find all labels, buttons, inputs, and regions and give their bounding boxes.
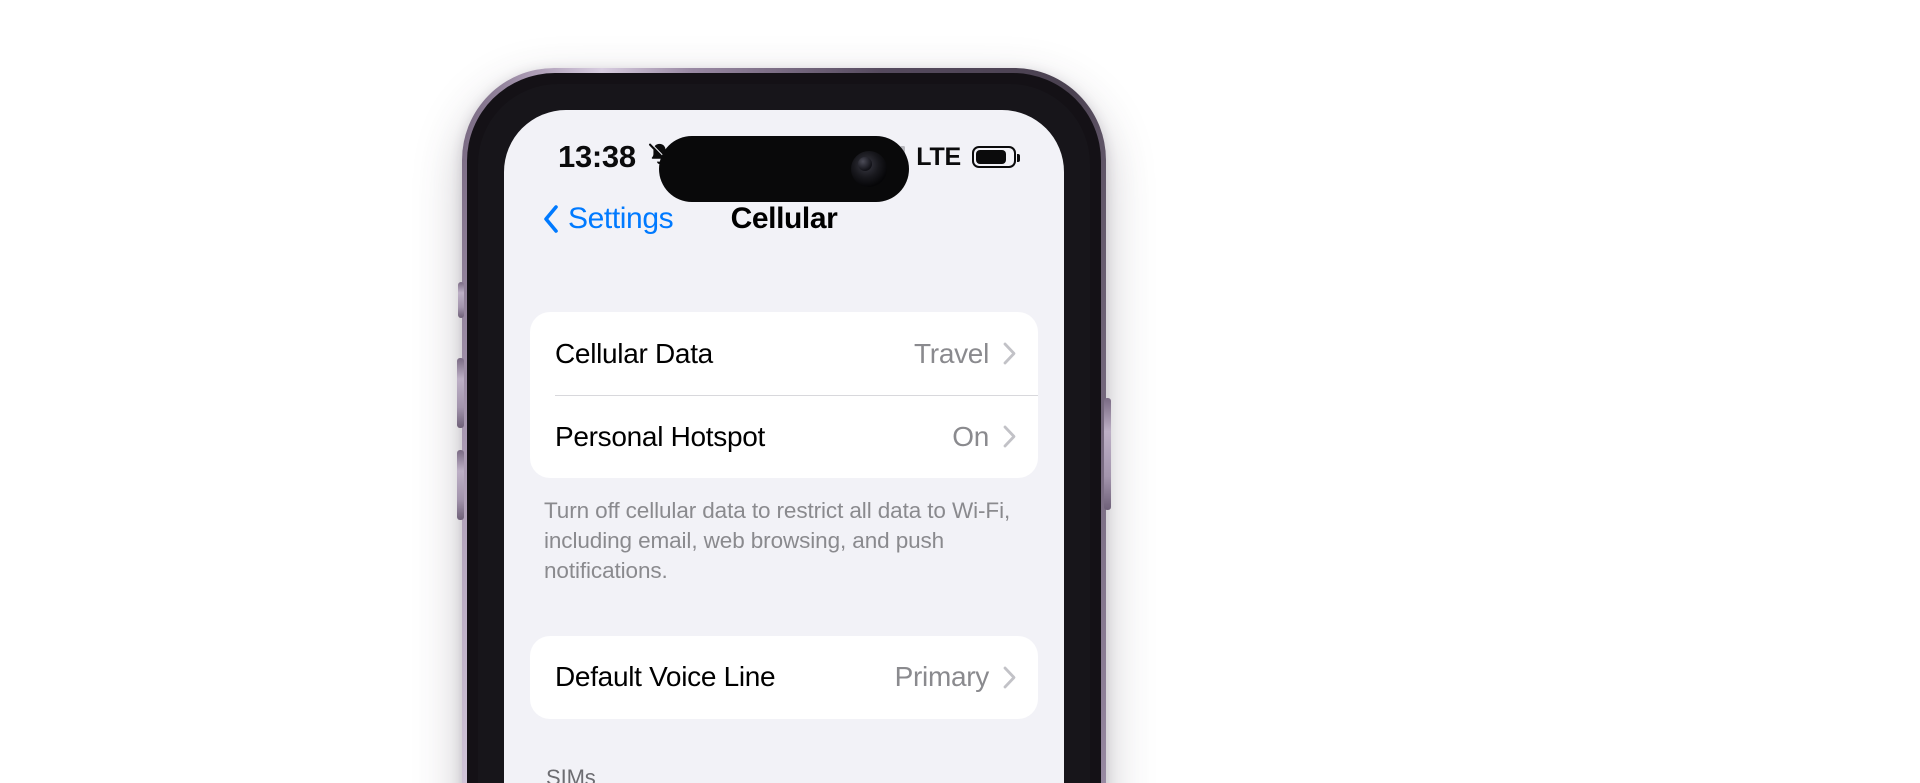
row-value: Primary — [894, 661, 990, 693]
silent-switch[interactable] — [458, 282, 464, 318]
row-label: Personal Hotspot — [555, 420, 765, 452]
front-camera — [851, 151, 887, 187]
volume-up-button[interactable] — [457, 358, 464, 428]
settings-list: Cellular Data Travel Personal Hotspot On… — [504, 254, 1064, 783]
sims-section-header: SIMs — [546, 764, 596, 783]
phone-screen: 13:38 LTE Settings Cellular Cellular Dat… — [504, 110, 1064, 783]
chevron-right-icon — [1003, 425, 1016, 448]
power-button[interactable] — [1104, 398, 1111, 510]
back-button-label: Settings — [568, 202, 674, 235]
row-accessory: Primary — [895, 661, 1016, 693]
back-button[interactable]: Settings — [542, 202, 674, 236]
cellular-group-footer: Turn off cellular data to restrict all d… — [544, 498, 1011, 583]
row-label: Cellular Data — [555, 337, 713, 369]
cellular-group: Cellular Data Travel Personal Hotspot On — [530, 312, 1038, 478]
volume-down-button[interactable] — [457, 450, 464, 520]
device-bezel: 13:38 LTE Settings Cellular Cellular Dat… — [478, 84, 1090, 783]
iphone-device: 13:38 LTE Settings Cellular Cellular Dat… — [457, 68, 1111, 783]
network-type-label: LTE — [916, 142, 961, 171]
row-accessory: On — [952, 421, 1016, 453]
navigation-bar: Settings Cellular — [504, 184, 1064, 254]
status-bar-clock: 13:38 — [558, 139, 636, 174]
battery-fill — [976, 150, 1006, 164]
chevron-right-icon — [1003, 342, 1016, 365]
screenshot-stage: 13:38 LTE Settings Cellular Cellular Dat… — [0, 0, 1920, 783]
chevron-left-icon — [542, 204, 559, 234]
status-bar-left: 13:38 — [558, 139, 673, 175]
device-inner-frame: 13:38 LTE Settings Cellular Cellular Dat… — [467, 73, 1101, 783]
chevron-right-icon — [1003, 666, 1016, 689]
row-value: Travel — [914, 337, 989, 369]
row-label: Default Voice Line — [555, 661, 776, 693]
row-default-voice-line[interactable]: Default Voice Line Primary — [530, 636, 1038, 719]
row-personal-hotspot[interactable]: Personal Hotspot On — [530, 395, 1038, 478]
row-cellular-data[interactable]: Cellular Data Travel — [530, 312, 1038, 395]
row-accessory: Travel — [914, 338, 1016, 370]
row-value: On — [952, 420, 989, 452]
voice-group: Default Voice Line Primary — [530, 635, 1038, 719]
battery-icon — [972, 146, 1020, 168]
